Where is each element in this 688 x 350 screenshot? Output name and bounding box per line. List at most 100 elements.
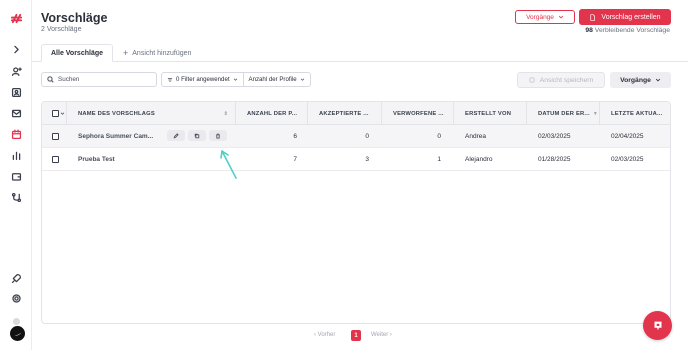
column-header-label: ANZAHL DER P... — [247, 110, 298, 117]
sort-icon: ⇕ — [223, 110, 228, 117]
rocket-icon[interactable] — [9, 271, 23, 285]
last-updated: 02/03/2025 — [611, 156, 644, 163]
profiles-count-dropdown[interactable]: Anzahl der Profile — [242, 73, 310, 86]
filter-lines-icon — [167, 77, 173, 82]
table-header: NAME DES VORSCHLAGS ⇕ ANZAHL DER P... AKZ… — [42, 102, 670, 125]
column-header-rejected[interactable]: VERWORFENE ... — [393, 102, 453, 125]
next-page-label: Weiter — [371, 332, 389, 338]
created-by: Alejandro — [465, 156, 493, 163]
row-checkbox-cell — [52, 148, 59, 171]
pagination: ‹ Vorher 1 Weiter › — [0, 330, 688, 342]
proposals-table: NAME DES VORSCHLAGS ⇕ ANZAHL DER P... AKZ… — [41, 101, 671, 324]
processes-dropdown-label: Vorgänge — [526, 13, 554, 21]
row-checkbox[interactable] — [52, 133, 59, 140]
help-chat-button[interactable] — [643, 311, 672, 340]
expand-chevron-icon[interactable] — [9, 42, 23, 56]
processes-menu-button[interactable]: Vorgänge — [610, 72, 671, 88]
filter-label: 0 Filter angewendet — [176, 76, 230, 83]
column-header-label: AKZEPTIERTE ... — [319, 110, 369, 117]
processes-dropdown-button[interactable]: Vorgänge — [515, 10, 575, 24]
search-placeholder: Suchen — [58, 76, 80, 83]
create-proposal-label: Vorschlag erstellen — [601, 13, 661, 21]
create-proposal-button[interactable]: Vorschlag erstellen — [579, 9, 671, 25]
table-row[interactable]: Sephora Summer Cam... 6 0 0 Andrea 02/03… — [42, 125, 670, 148]
save-icon — [529, 77, 535, 83]
proposal-name[interactable]: Sephora Summer Cam... — [78, 125, 153, 148]
tab-all-proposals[interactable]: Alle Vorschläge — [41, 44, 114, 62]
column-header-accepted[interactable]: AKZEPTIERTE ... — [319, 102, 379, 125]
column-header-last-updated[interactable]: LETZTE AKTUA... — [611, 102, 670, 125]
rejected-count: 0 — [437, 133, 441, 140]
last-updated: 02/04/2025 — [611, 133, 644, 140]
column-divider — [381, 102, 382, 125]
save-view-button[interactable]: Ansicht speichern — [517, 72, 605, 88]
add-view-label: Ansicht hinzufügen — [132, 49, 192, 57]
processes-menu-label: Vorgänge — [620, 76, 651, 84]
column-divider — [453, 102, 454, 125]
checkbox[interactable] — [52, 110, 59, 117]
chevron-down-icon — [60, 112, 65, 115]
column-header-label: VERWORFENE ... — [393, 110, 444, 117]
users-icon[interactable] — [9, 64, 23, 78]
chevron-down-icon — [558, 15, 564, 19]
plus-icon: + — [123, 48, 129, 58]
column-header-label: NAME DES VORSCHLAGS — [78, 110, 155, 117]
created-date: 02/03/2025 — [538, 133, 571, 140]
view-tabs: Alle Vorschläge + Ansicht hinzufügen — [32, 41, 688, 62]
column-header-profiles[interactable]: ANZAHL DER P... — [247, 102, 307, 125]
previous-page-label: Vorher — [317, 332, 336, 338]
profiles-count: 6 — [293, 133, 297, 140]
column-divider — [526, 102, 527, 125]
row-actions — [167, 130, 227, 141]
table-row[interactable]: Prueba Test 7 3 1 Alejandro 01/28/2025 0… — [42, 148, 670, 171]
row-checkbox[interactable] — [52, 156, 59, 163]
current-page-number[interactable]: 1 — [351, 330, 361, 341]
remaining-proposals: 98 Verbleibende Vorschläge — [585, 27, 670, 34]
previous-page-link[interactable]: ‹ Vorher — [314, 332, 335, 338]
remaining-count: 98 — [585, 27, 593, 34]
filter-group: 0 Filter angewendet Anzahl der Profile — [161, 72, 311, 87]
column-divider — [66, 102, 67, 125]
filter-button[interactable]: 0 Filter angewendet — [162, 73, 243, 86]
mail-icon[interactable] — [9, 106, 23, 120]
column-header-label: DATUM DER ER... — [538, 110, 590, 117]
page-subtitle: 2 Vorschläge — [41, 26, 82, 33]
chevron-down-icon — [655, 78, 661, 82]
pencil-icon — [173, 132, 179, 138]
rejected-count: 1 — [437, 156, 441, 163]
app-root: Vorschläge 2 Vorschläge Vorgänge Vorschl… — [0, 0, 688, 350]
contacts-icon[interactable] — [9, 85, 23, 99]
column-divider — [599, 102, 600, 125]
created-date: 01/28/2025 — [538, 156, 571, 163]
accepted-count: 0 — [365, 133, 369, 140]
workflow-icon[interactable] — [9, 190, 23, 204]
calendar-icon[interactable] — [9, 127, 23, 141]
select-all-checkbox[interactable] — [52, 102, 65, 125]
column-divider — [307, 102, 308, 125]
profiles-count: 7 — [293, 156, 297, 163]
column-header-created-date[interactable]: DATUM DER ER... ▼ — [538, 102, 598, 125]
avatar-status-dot — [13, 318, 20, 325]
next-page-link[interactable]: Weiter › — [371, 332, 392, 338]
column-header-created-by[interactable]: ERSTELLT VON — [465, 102, 525, 125]
edit-button[interactable] — [167, 130, 185, 141]
duplicate-button[interactable] — [188, 130, 206, 141]
created-by: Andrea — [465, 133, 486, 140]
row-checkbox-cell — [52, 125, 59, 148]
chevron-down-icon — [300, 78, 304, 81]
proposal-name[interactable]: Prueba Test — [78, 148, 115, 171]
help-lifebuoy-icon — [654, 321, 661, 330]
trash-icon — [216, 132, 220, 139]
analytics-icon[interactable] — [9, 148, 23, 162]
delete-button[interactable] — [209, 130, 227, 141]
page-title: Vorschläge — [41, 11, 108, 25]
accepted-count: 3 — [365, 156, 369, 163]
search-input[interactable]: Suchen — [41, 72, 157, 87]
brand-logo-icon[interactable] — [9, 11, 23, 25]
add-view-tab[interactable]: + Ansicht hinzufügen — [114, 44, 200, 62]
settings-gear-icon[interactable] — [9, 291, 23, 305]
column-header-name[interactable]: NAME DES VORSCHLAGS ⇕ — [78, 102, 228, 125]
wallet-icon[interactable] — [9, 169, 23, 183]
copy-icon — [194, 133, 200, 138]
document-plus-icon — [590, 13, 596, 21]
